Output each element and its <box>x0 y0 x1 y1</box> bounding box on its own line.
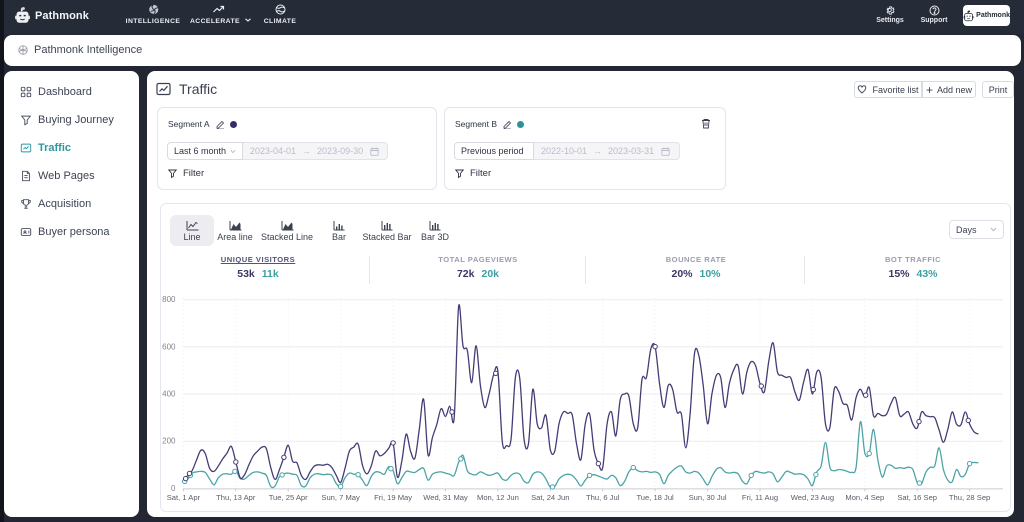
svg-text:Sat, 16 Sep: Sat, 16 Sep <box>897 493 937 502</box>
svg-text:Sun, 7 May: Sun, 7 May <box>321 493 360 502</box>
svg-text:Wed, 31 May: Wed, 31 May <box>423 493 468 502</box>
svg-text:Sun, 30 Jul: Sun, 30 Jul <box>689 493 727 502</box>
svg-text:Thu, 6 Jul: Thu, 6 Jul <box>586 493 620 502</box>
svg-text:800: 800 <box>162 295 176 304</box>
svg-text:Sat, 24 Jun: Sat, 24 Jun <box>531 493 569 502</box>
svg-text:Tue, 25 Apr: Tue, 25 Apr <box>269 493 308 502</box>
svg-text:Thu, 28 Sep: Thu, 28 Sep <box>949 493 990 502</box>
svg-text:Fri, 11 Aug: Fri, 11 Aug <box>742 493 778 502</box>
svg-text:0: 0 <box>171 484 176 493</box>
svg-text:Tue, 18 Jul: Tue, 18 Jul <box>636 493 674 502</box>
svg-text:600: 600 <box>162 342 176 351</box>
svg-text:Mon, 12 Jun: Mon, 12 Jun <box>477 493 519 502</box>
svg-text:Mon, 4 Sep: Mon, 4 Sep <box>845 493 884 502</box>
svg-text:200: 200 <box>162 437 176 446</box>
svg-text:Sat, 1 Apr: Sat, 1 Apr <box>167 493 201 502</box>
svg-text:Fri, 19 May: Fri, 19 May <box>374 493 412 502</box>
svg-text:400: 400 <box>162 390 176 399</box>
svg-text:Wed, 23 Aug: Wed, 23 Aug <box>791 493 834 502</box>
svg-text:Thu, 13 Apr: Thu, 13 Apr <box>216 493 256 502</box>
